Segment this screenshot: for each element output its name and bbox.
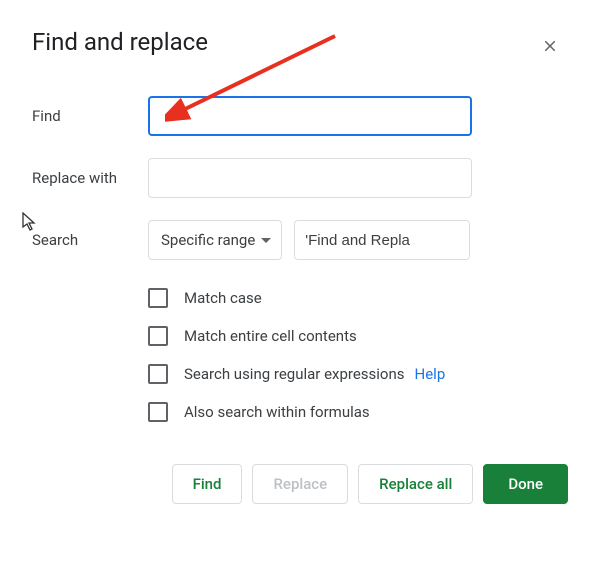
- replace-all-button[interactable]: Replace all: [358, 464, 473, 504]
- range-input[interactable]: [295, 221, 470, 259]
- dialog-footer: Find Replace Replace all Done: [148, 464, 568, 504]
- close-button[interactable]: [532, 28, 568, 64]
- search-label: Search: [32, 231, 148, 249]
- regex-option[interactable]: Search using regular expressions Help: [148, 364, 568, 384]
- match-entire-cell-option[interactable]: Match entire cell contents: [148, 326, 568, 346]
- within-formulas-label: Also search within formulas: [184, 403, 370, 421]
- options-group: Match case Match entire cell contents Se…: [148, 288, 568, 422]
- find-row: Find: [32, 96, 568, 136]
- match-entire-cell-label: Match entire cell contents: [184, 327, 357, 345]
- checkbox-icon: [148, 364, 168, 384]
- search-row: Search Specific range: [32, 220, 568, 260]
- checkbox-icon: [148, 288, 168, 308]
- find-replace-dialog: Find and replace Find Replace with Searc…: [0, 0, 600, 528]
- replace-button[interactable]: Replace: [252, 464, 348, 504]
- dialog-header: Find and replace: [32, 28, 568, 64]
- close-icon: [541, 37, 559, 55]
- find-button[interactable]: Find: [172, 464, 243, 504]
- dialog-title: Find and replace: [32, 28, 208, 56]
- chevron-down-icon: [261, 238, 271, 243]
- replace-input[interactable]: [148, 158, 472, 198]
- regex-label: Search using regular expressions: [184, 365, 405, 383]
- help-link[interactable]: Help: [415, 365, 446, 383]
- range-input-group: [294, 220, 470, 260]
- match-case-option[interactable]: Match case: [148, 288, 568, 308]
- find-label: Find: [32, 107, 148, 125]
- match-case-label: Match case: [184, 289, 262, 307]
- done-button[interactable]: Done: [483, 464, 568, 504]
- search-scope-dropdown[interactable]: Specific range: [148, 220, 282, 260]
- find-input[interactable]: [148, 96, 472, 136]
- replace-row: Replace with: [32, 158, 568, 198]
- checkbox-icon: [148, 326, 168, 346]
- checkbox-icon: [148, 402, 168, 422]
- dropdown-value: Specific range: [161, 231, 255, 249]
- within-formulas-option[interactable]: Also search within formulas: [148, 402, 568, 422]
- replace-label: Replace with: [32, 169, 148, 187]
